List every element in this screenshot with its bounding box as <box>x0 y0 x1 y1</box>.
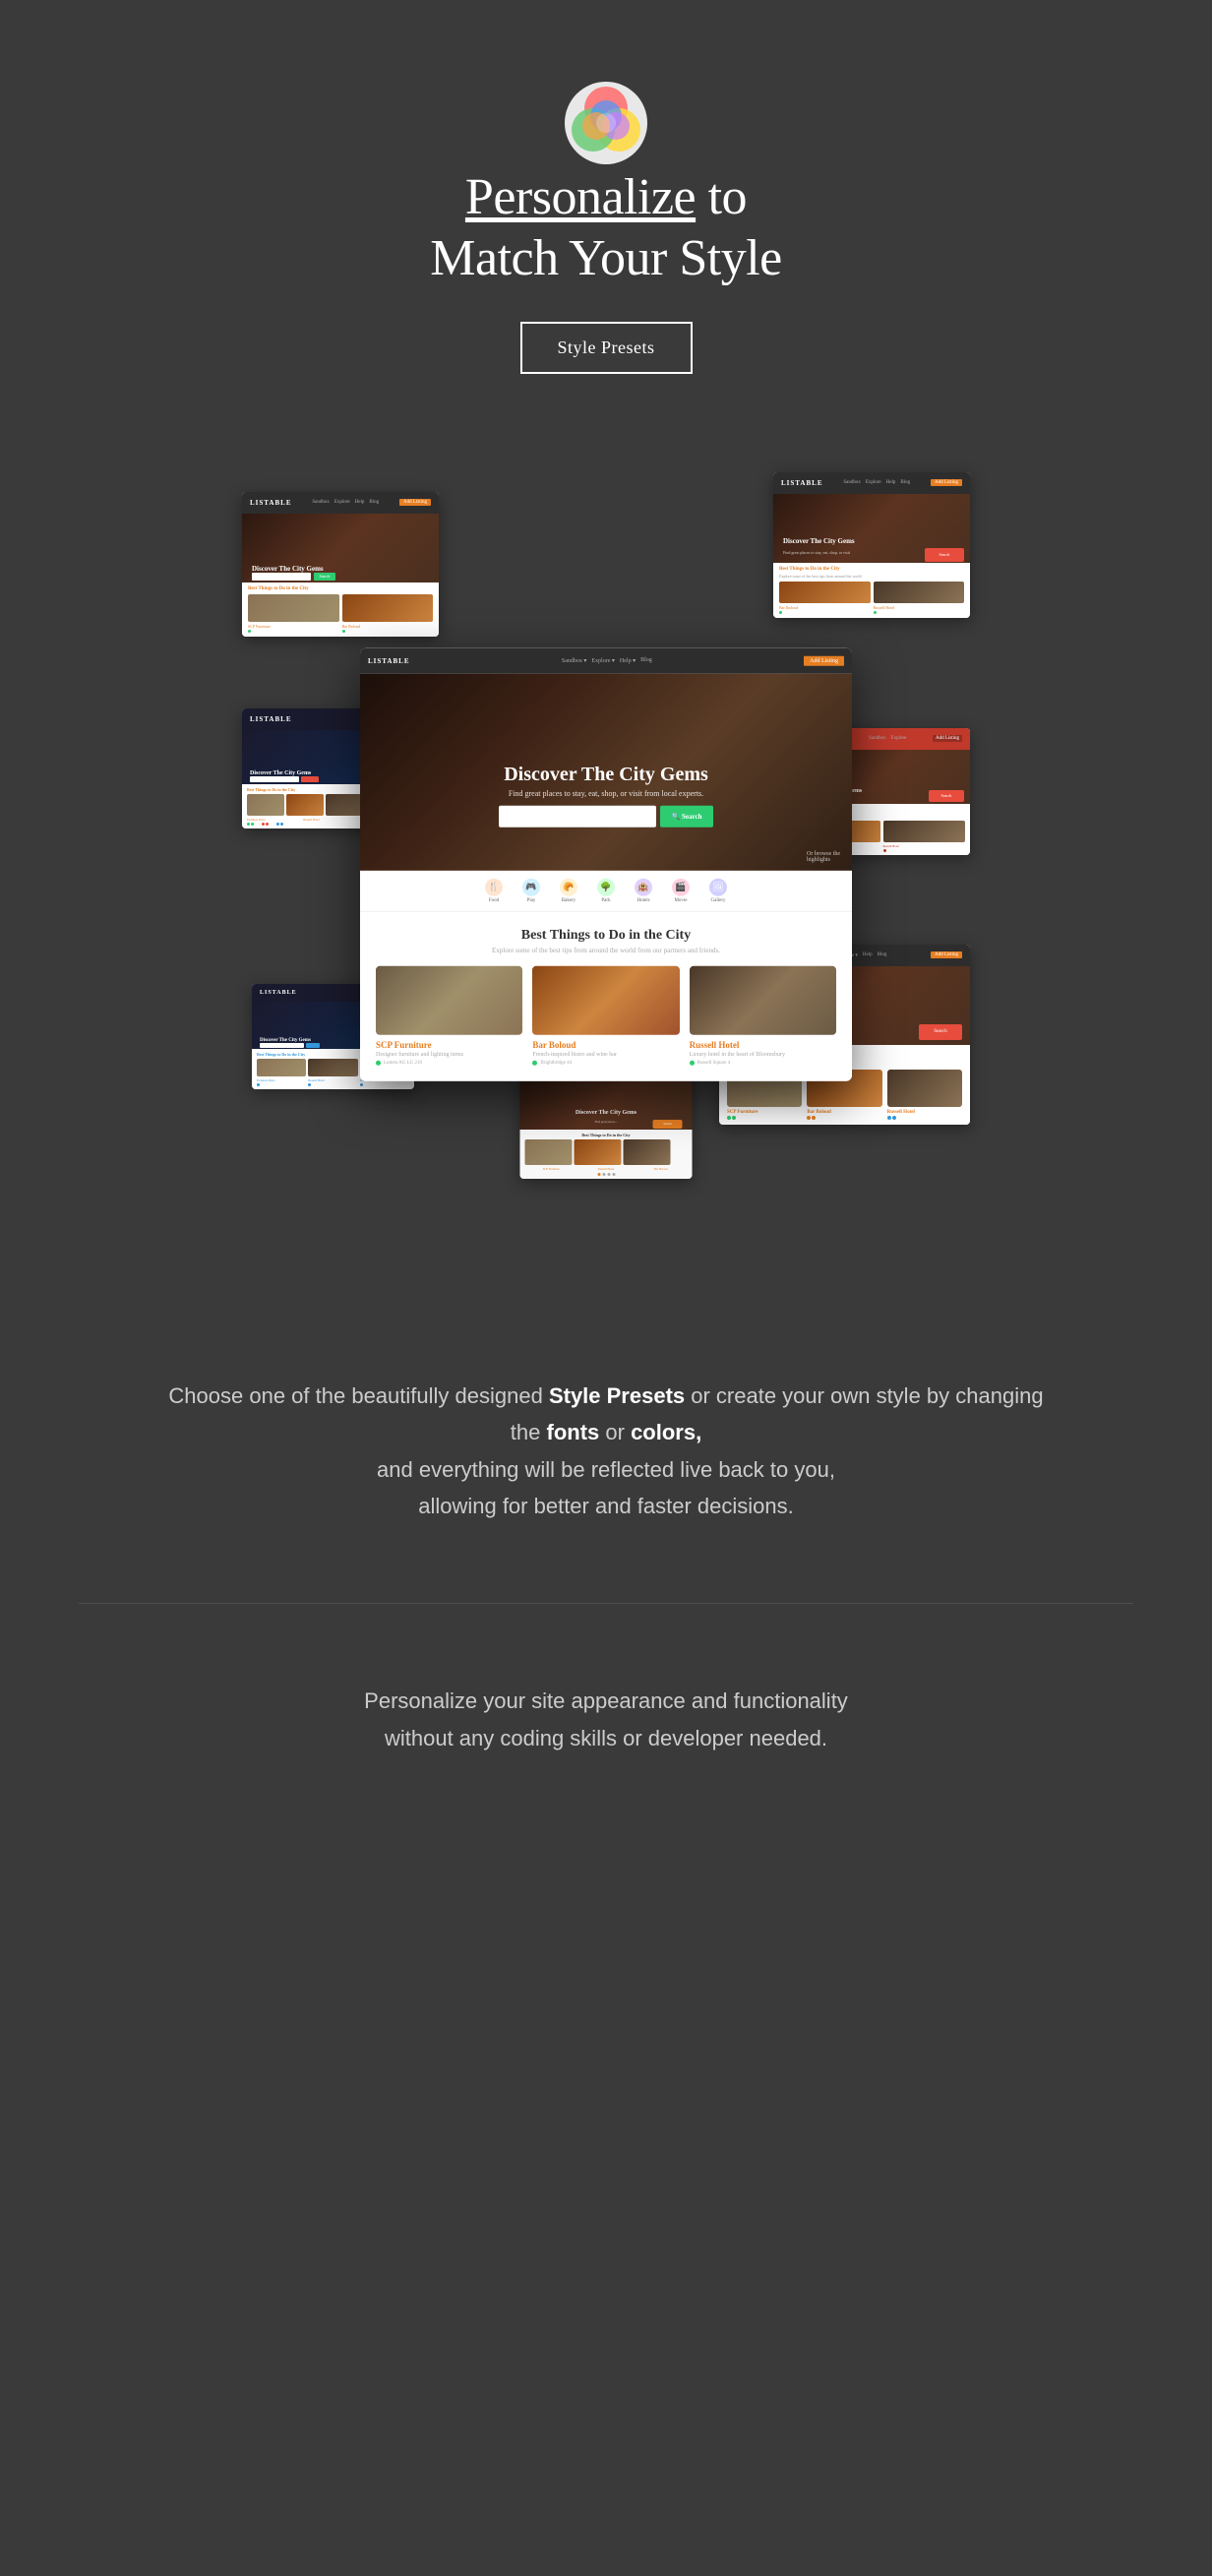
collage-section: LISTABLE SandboxExploreHelpBlog Add List… <box>0 433 1212 1299</box>
listing-card-3: Russell Hotel Luxury hotel in the heart … <box>690 966 836 1066</box>
bottom-text: Personalize your site appearance and fun… <box>157 1683 1055 1756</box>
bottom-section: Personalize your site appearance and fun… <box>0 1604 1212 1835</box>
main-discover-title: Discover The City Gems <box>499 764 713 786</box>
card3-address: Russell Square 4 <box>697 1061 731 1066</box>
card3-name: Russell Hotel <box>690 1040 836 1050</box>
collage-inner: LISTABLE SandboxExploreHelpBlog Add List… <box>242 472 970 1240</box>
listing-card-1: SCP Furniture Designer furniture and lig… <box>376 966 522 1066</box>
card2-name: Bar Boloud <box>532 1040 679 1050</box>
card2-address: Brightbridge 44 <box>540 1061 572 1066</box>
card2-desc: French-inspired bistro and wine bar <box>532 1052 679 1058</box>
description-section: Choose one of the beautifully designed S… <box>0 1299 1212 1604</box>
description-text: Choose one of the beautifully designed S… <box>157 1378 1055 1525</box>
screenshot-main: LISTABLE Sandbox ▾Explore ▾Help ▾Blog Ad… <box>360 648 852 1081</box>
hero-title: Personalize toMatch Your Style <box>430 167 781 290</box>
card1-desc: Designer furniture and lighting items <box>376 1052 522 1058</box>
hero-section: Personalize toMatch Your Style Style Pre… <box>0 0 1212 433</box>
card1-address: Lumen AG LG 210 <box>384 1061 422 1066</box>
card1-name: SCP Furniture <box>376 1040 522 1050</box>
listing-card-2: Bar Boloud French-inspired bistro and wi… <box>532 966 679 1066</box>
screenshot-top-right: LISTABLE SandboxExploreHelpBlog Add List… <box>773 472 970 618</box>
app-logo-icon <box>562 79 650 167</box>
screenshot-top-left: LISTABLE SandboxExploreHelpBlog Add List… <box>242 492 439 637</box>
main-discover-subtitle: Find great places to stay, eat, shop, or… <box>499 789 713 798</box>
cards-section-subtitle: Explore some of the best tips from aroun… <box>376 947 836 954</box>
card3-desc: Luxury hotel in the heart of Bloomsbury <box>690 1052 836 1058</box>
cards-section-title: Best Things to Do in the City <box>376 928 836 944</box>
style-presets-button[interactable]: Style Presets <box>520 322 693 374</box>
